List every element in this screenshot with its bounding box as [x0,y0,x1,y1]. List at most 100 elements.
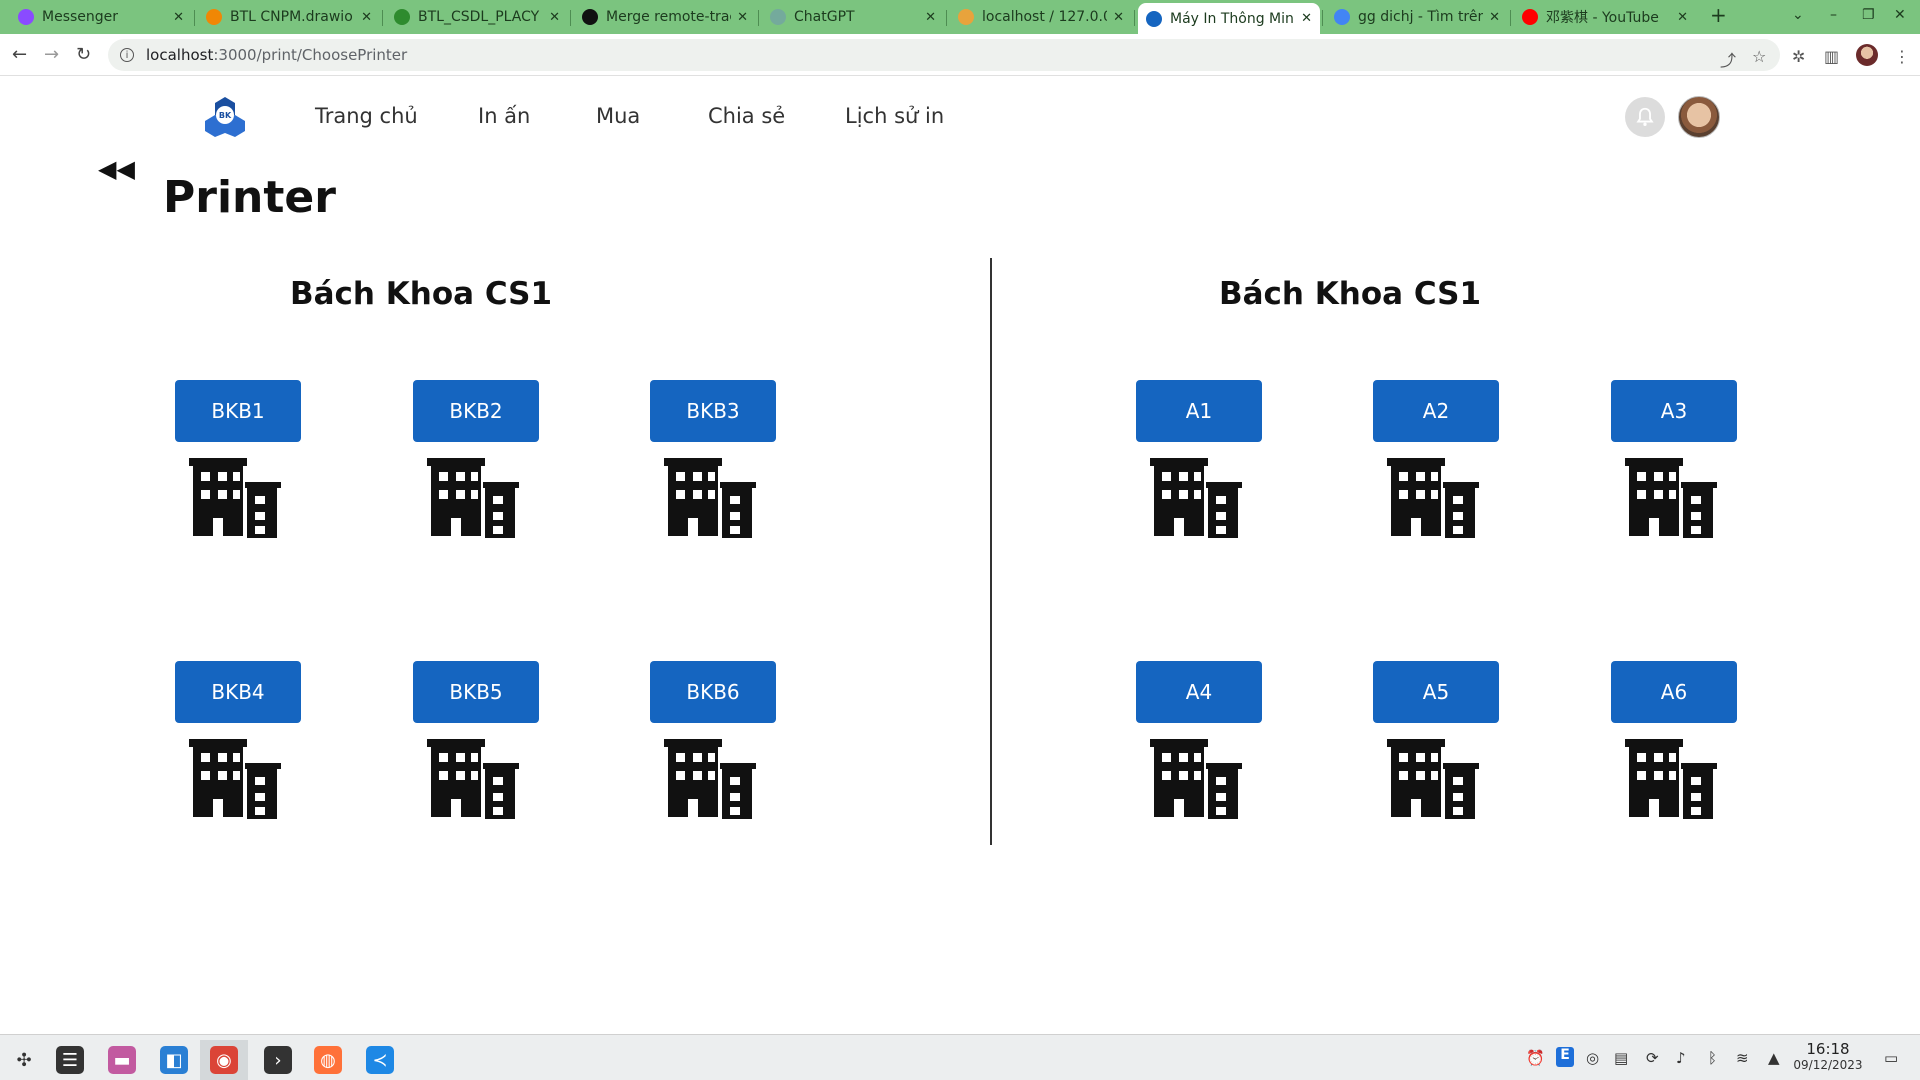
printer-select-button[interactable]: A1 [1136,380,1262,442]
tab-separator [1134,10,1135,26]
building-icon [189,739,281,819]
tab-close-icon[interactable]: ✕ [549,10,560,25]
volume-icon[interactable]: ♪ [1676,1049,1686,1067]
browser-tab[interactable]: BTL CNPM.drawio - ✕ [198,5,380,29]
printer-select-button[interactable]: BKB4 [175,661,301,723]
browser-tab[interactable]: ChatGPT ✕ [762,5,944,29]
system-clock[interactable]: 16:18 09/12/2023 [1788,1040,1868,1072]
app-launcher-icon: ✣ [16,1049,32,1071]
printer-card[interactable]: BKB3 [650,380,776,538]
browser-tab[interactable]: Messenger ✕ [10,5,192,29]
tab-separator [570,10,571,26]
printer-card[interactable]: A2 [1373,380,1499,538]
browser-tab[interactable]: Merge remote-track ✕ [574,5,756,29]
tab-close-icon[interactable]: ✕ [737,10,748,25]
printer-card[interactable]: A4 [1136,661,1262,819]
taskbar-app[interactable]: ◧ [150,1040,198,1080]
share-icon[interactable]: ⤴ [1720,47,1736,71]
printer-select-button[interactable]: BKB3 [650,380,776,442]
printer-select-button[interactable]: BKB5 [413,661,539,723]
building-shape [427,458,519,538]
printer-card[interactable]: A6 [1611,661,1737,819]
nav-link-buy[interactable]: Mua [596,104,640,128]
browser-tab[interactable]: Máy In Thông Minh ✕ [1138,3,1320,34]
taskbar-app[interactable]: › [254,1040,302,1080]
address-bar[interactable]: i localhost:3000/print/ChoosePrinter [108,39,1780,71]
taskbar-app[interactable]: ✣ [0,1040,48,1080]
clipboard-icon[interactable]: ▤ [1614,1049,1628,1067]
extensions-puzzle-icon[interactable]: ✲ [1792,47,1805,66]
printer-card[interactable]: A3 [1611,380,1737,538]
taskbar-app[interactable]: ≺ [356,1040,404,1080]
reload-icon[interactable]: ↻ [76,44,91,65]
tab-close-icon[interactable]: ✕ [361,10,372,25]
printer-select-button[interactable]: BKB1 [175,380,301,442]
bookmark-star-icon[interactable]: ☆ [1752,47,1766,66]
tab-close-icon[interactable]: ✕ [1677,10,1688,25]
input-method-icon[interactable]: E [1556,1047,1574,1067]
bluetooth-icon[interactable]: ᛒ [1708,1049,1717,1067]
printer-card[interactable]: BKB4 [175,661,301,819]
printer-select-button[interactable]: A2 [1373,380,1499,442]
taskbar-app[interactable]: ◉ [200,1040,248,1080]
vpn-icon[interactable]: ◎ [1586,1049,1599,1067]
building-icon [664,739,756,819]
printer-card[interactable]: BKB5 [413,661,539,819]
printer-card[interactable]: BKB1 [175,380,301,538]
show-desktop-icon[interactable]: ▭ [1884,1049,1898,1067]
printer-select-button[interactable]: A6 [1611,661,1737,723]
nav-link-home[interactable]: Trang chủ [315,104,418,128]
browser-tab[interactable]: BTL_CSDL_PLACY - ✕ [386,5,568,29]
tab-search-icon[interactable]: ⌄ [1792,7,1804,23]
minimize-icon[interactable]: – [1830,7,1837,23]
printer-select-button[interactable]: BKB2 [413,380,539,442]
taskbar-app[interactable]: ☰ [46,1040,94,1080]
tab-favicon-icon [206,9,222,25]
browser-tab[interactable]: localhost / 127.0.0.1 ✕ [950,5,1132,29]
printer-select-button[interactable]: A5 [1373,661,1499,723]
tab-title: gg dichj - Tìm trên [1358,9,1484,25]
browser-menu-icon[interactable]: ⋮ [1894,47,1910,66]
restore-icon[interactable]: ❐ [1862,7,1875,23]
tray-expand-icon[interactable]: ▲ [1768,1049,1780,1067]
wifi-icon[interactable]: ≋ [1736,1049,1749,1067]
double-chevron-left-icon[interactable]: ◀◀ [98,155,135,183]
window-close-icon[interactable]: ✕ [1894,7,1906,23]
browser-profile-avatar[interactable] [1856,44,1878,66]
building-icon [427,739,519,819]
forward-arrow-icon[interactable]: → [44,44,59,65]
file-manager-icon: ▬ [108,1046,136,1074]
tab-close-icon[interactable]: ✕ [1113,10,1124,25]
side-panel-icon[interactable]: ▥ [1824,47,1839,66]
notification-bell-button[interactable] [1625,97,1665,137]
update-icon[interactable]: ⟳ [1646,1049,1659,1067]
new-tab-button[interactable]: + [1710,3,1727,27]
printer-card[interactable]: BKB6 [650,661,776,819]
alarm-icon[interactable]: ⏰ [1526,1049,1545,1067]
nav-link-share[interactable]: Chia sẻ [708,104,785,128]
taskbar-app[interactable]: ▬ [98,1040,146,1080]
tab-close-icon[interactable]: ✕ [925,10,936,25]
browser-toolbar: ← → ↻ i localhost:3000/print/ChoosePrint… [0,34,1920,76]
building-icon [1387,739,1479,819]
tab-close-icon[interactable]: ✕ [1301,11,1312,26]
printer-card[interactable]: BKB2 [413,380,539,538]
browser-tab[interactable]: 邓紫棋 - YouTube ✕ [1514,5,1696,29]
printer-select-button[interactable]: A4 [1136,661,1262,723]
nav-link-print[interactable]: In ấn [478,104,530,128]
printer-card[interactable]: A1 [1136,380,1262,538]
printer-select-button[interactable]: A3 [1611,380,1737,442]
printer-card[interactable]: A5 [1373,661,1499,819]
tab-close-icon[interactable]: ✕ [173,10,184,25]
bk-logo[interactable]: BK [204,95,246,137]
url-path: :3000/print/ChoosePrinter [213,46,408,64]
back-arrow-icon[interactable]: ← [12,44,27,65]
tab-close-icon[interactable]: ✕ [1489,10,1500,25]
user-avatar[interactable] [1678,96,1720,138]
taskbar-app[interactable]: ◍ [304,1040,352,1080]
printer-select-button[interactable]: BKB6 [650,661,776,723]
tab-separator [1510,10,1511,26]
site-info-icon[interactable]: i [120,48,134,62]
nav-link-history[interactable]: Lịch sử in [845,104,944,128]
browser-tab[interactable]: gg dichj - Tìm trên ✕ [1326,5,1508,29]
